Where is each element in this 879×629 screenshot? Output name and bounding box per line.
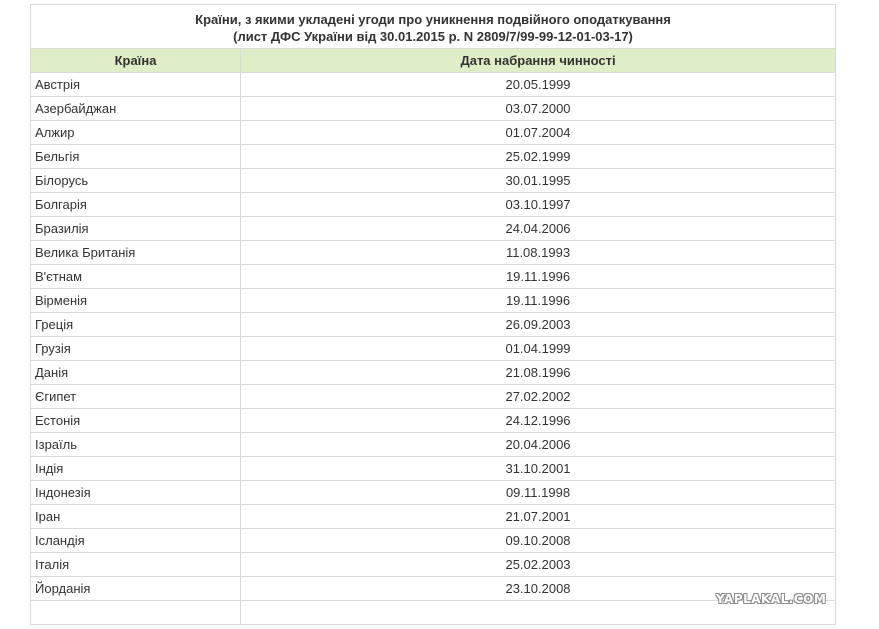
table-body: Австрія 20.05.1999 Азербайджан 03.07.2000 Ал… (30, 72, 837, 625)
column-header-country: Країна (30, 48, 241, 73)
country-cell: Індонезія (30, 480, 241, 505)
country-cell: Азербайджан (30, 96, 241, 121)
date-cell: 03.07.2000 (239, 96, 837, 121)
country-cell: Йорданія (30, 576, 241, 601)
table-row: Велика Британія 11.08.1993 (30, 240, 837, 265)
country-cell: Велика Британія (30, 240, 241, 265)
country-cell: Ізраїль (30, 432, 241, 457)
table-row: Індія 31.10.2001 (30, 456, 837, 481)
table-row: Алжир 01.07.2004 (30, 120, 837, 145)
date-cell: 19.11.1996 (239, 264, 837, 289)
country-cell: Бразилія (30, 216, 241, 241)
country-cell: В'єтнам (30, 264, 241, 289)
country-cell: Італія (30, 552, 241, 577)
watermark-logo: YAPLAKAL.COM (716, 592, 827, 606)
tax-treaty-table: Країни, з якими укладені угоди про уникн… (29, 4, 837, 625)
date-cell: 20.04.2006 (239, 432, 837, 457)
table-row: Італія 25.02.2003 (30, 552, 837, 577)
table-row: Іран 21.07.2001 (30, 504, 837, 529)
table-row: Естонія 24.12.1996 (30, 408, 837, 433)
table-title: Країни, з якими укладені угоди про уникн… (29, 4, 837, 49)
table-row: Грузія 01.04.1999 (30, 336, 837, 361)
country-cell: Греція (30, 312, 241, 337)
table-row: Ізраїль 20.04.2006 (30, 432, 837, 457)
country-cell: Австрія (30, 72, 241, 97)
date-cell: 01.04.1999 (239, 336, 837, 361)
country-cell (30, 600, 241, 625)
country-cell: Вірменія (30, 288, 241, 313)
table-title-line-2: (лист ДФС України від 30.01.2015 р. N 28… (233, 29, 633, 44)
table-row: Азербайджан 03.07.2000 (30, 96, 837, 121)
column-header-date: Дата набрання чинності (239, 48, 837, 73)
date-cell: 24.04.2006 (239, 216, 837, 241)
country-cell: Естонія (30, 408, 241, 433)
table-row: Австрія 20.05.1999 (30, 72, 837, 97)
table-row: Греція 26.09.2003 (30, 312, 837, 337)
date-cell: 03.10.1997 (239, 192, 837, 217)
table-row: В'єтнам 19.11.1996 (30, 264, 837, 289)
country-cell: Алжир (30, 120, 241, 145)
country-cell: Індія (30, 456, 241, 481)
country-cell: Білорусь (30, 168, 241, 193)
table-row: Болгарія 03.10.1997 (30, 192, 837, 217)
table-title-line-1: Країни, з якими укладені угоди про уникн… (195, 12, 671, 27)
date-cell: 11.08.1993 (239, 240, 837, 265)
table-header-row: Країна Дата набрання чинності (30, 48, 837, 73)
country-cell: Данія (30, 360, 241, 385)
country-cell: Ісландія (30, 528, 241, 553)
country-cell: Грузія (30, 336, 241, 361)
country-cell: Бельгія (30, 144, 241, 169)
country-cell: Єгипет (30, 384, 241, 409)
table-row: Бразилія 24.04.2006 (30, 216, 837, 241)
date-cell: 30.01.1995 (239, 168, 837, 193)
date-cell: 20.05.1999 (239, 72, 837, 97)
date-cell: 09.10.2008 (239, 528, 837, 553)
table-container: Країни, з якими укладені угоди про уникн… (29, 4, 837, 625)
table-row: Бельгія 25.02.1999 (30, 144, 837, 169)
table-row: Білорусь 30.01.1995 (30, 168, 837, 193)
country-cell: Болгарія (30, 192, 241, 217)
date-cell: 31.10.2001 (239, 456, 837, 481)
date-cell: 25.02.1999 (239, 144, 837, 169)
table-row: Вірменія 19.11.1996 (30, 288, 837, 313)
table-row: Ісландія 09.10.2008 (30, 528, 837, 553)
date-cell: 19.11.1996 (239, 288, 837, 313)
date-cell: 21.07.2001 (239, 504, 837, 529)
table-row: Данія 21.08.1996 (30, 360, 837, 385)
date-cell: 09.11.1998 (239, 480, 837, 505)
table-row: Індонезія 09.11.1998 (30, 480, 837, 505)
country-cell: Іран (30, 504, 241, 529)
table-row (30, 600, 837, 625)
date-cell: 01.07.2004 (239, 120, 837, 145)
table-row: Єгипет 27.02.2002 (30, 384, 837, 409)
date-cell: 25.02.2003 (239, 552, 837, 577)
table-caption-row: Країни, з якими укладені угоди про уникн… (29, 4, 837, 49)
date-cell: 27.02.2002 (239, 384, 837, 409)
date-cell: 26.09.2003 (239, 312, 837, 337)
date-cell: 21.08.1996 (239, 360, 837, 385)
table-row: Йорданія 23.10.2008 (30, 576, 837, 601)
date-cell: 24.12.1996 (239, 408, 837, 433)
